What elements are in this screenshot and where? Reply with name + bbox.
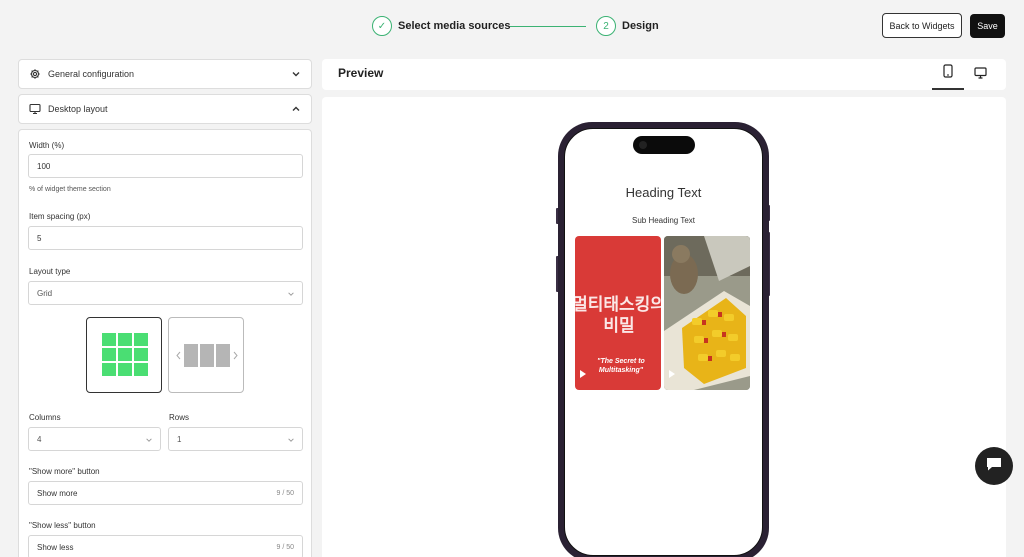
rows-label: Rows — [169, 413, 190, 422]
layout-grid-option[interactable] — [86, 317, 162, 393]
dynamic-island — [633, 136, 695, 154]
chevron-down-icon — [291, 69, 301, 79]
layout-type-select[interactable]: Grid — [28, 281, 303, 305]
desktop-icon — [973, 66, 987, 84]
width-input[interactable]: 100 — [28, 154, 303, 178]
mobile-preview-button[interactable] — [932, 59, 964, 90]
monkey-photo — [664, 236, 750, 390]
show-more-value: Show more — [37, 488, 78, 498]
phone-icon — [943, 64, 953, 83]
desktop-layout-accordion[interactable]: Desktop layout — [18, 94, 312, 124]
show-less-value: Show less — [37, 542, 74, 552]
phone-screen: Heading Text Sub Heading Text 멀티태스킹의 비밀 … — [564, 128, 763, 556]
show-more-input[interactable]: Show more 9 / 50 — [28, 481, 303, 505]
grid-layout-icon — [102, 333, 148, 376]
back-to-widgets-button[interactable]: Back to Widgets — [882, 13, 962, 38]
width-label: Width (%) — [29, 141, 65, 150]
play-icon — [580, 370, 586, 378]
step-connector — [510, 26, 586, 27]
chevron-down-icon — [287, 436, 295, 444]
chat-launcher-button[interactable] — [975, 447, 1013, 485]
show-less-input[interactable]: Show less 9 / 50 — [28, 535, 303, 557]
gear-icon — [29, 68, 41, 80]
chat-icon — [985, 456, 1003, 477]
preview-header: Preview — [322, 59, 1006, 90]
desktop-layout-settings: Width (%) 100 % of widget theme section … — [18, 129, 312, 557]
step-number: 2 — [596, 16, 616, 36]
layout-type-label: Layout type — [29, 267, 71, 276]
step-select-media[interactable]: ✓ Select media sources — [372, 16, 511, 36]
phone-mockup: Heading Text Sub Heading Text 멀티태스킹의 비밀 … — [558, 122, 769, 557]
monitor-icon — [29, 103, 41, 115]
columns-label: Columns — [29, 413, 61, 422]
tile-overlay-text: 멀티태스킹의 비밀 — [575, 295, 661, 335]
item-spacing-label: Item spacing (px) — [29, 212, 91, 221]
media-tile[interactable] — [664, 236, 750, 390]
slider-layout-icon — [176, 344, 238, 367]
show-more-label: "Show more" button — [29, 467, 100, 476]
rows-value: 1 — [177, 434, 182, 444]
tile-caption: "The Secret to Multitasking" — [597, 358, 645, 374]
chevron-up-icon — [291, 104, 301, 114]
media-tile[interactable]: 멀티태스킹의 비밀 "The Secret to Multitasking" — [575, 236, 661, 390]
char-counter: 9 / 50 — [276, 544, 294, 551]
columns-select[interactable]: 4 — [28, 427, 161, 451]
general-configuration-accordion[interactable]: General configuration — [18, 59, 312, 89]
step-label: Select media sources — [398, 20, 511, 32]
save-button[interactable]: Save — [970, 14, 1005, 38]
columns-value: 4 — [37, 434, 42, 444]
accordion-label: Desktop layout — [48, 104, 108, 114]
widget-subheading: Sub Heading Text — [631, 216, 695, 225]
top-bar: ✓ Select media sources 2 Design Back to … — [0, 0, 1024, 52]
layout-slider-option[interactable] — [168, 317, 244, 393]
chevron-down-icon — [145, 436, 153, 444]
width-hint: % of widget theme section — [29, 186, 111, 193]
show-less-label: "Show less" button — [29, 521, 96, 530]
widget-heading: Heading Text — [625, 185, 702, 200]
step-label: Design — [622, 20, 659, 32]
rows-select[interactable]: 1 — [168, 427, 303, 451]
desktop-preview-button[interactable] — [964, 59, 996, 90]
preview-title: Preview — [338, 66, 384, 80]
step-design[interactable]: 2 Design — [596, 16, 659, 36]
camera-icon — [639, 141, 647, 149]
accordion-label: General configuration — [48, 69, 135, 79]
item-spacing-input[interactable]: 5 — [28, 226, 303, 250]
check-icon: ✓ — [372, 16, 392, 36]
char-counter: 9 / 50 — [276, 490, 294, 497]
chevron-down-icon — [287, 290, 295, 298]
layout-type-value: Grid — [37, 288, 53, 298]
play-icon — [669, 370, 675, 378]
